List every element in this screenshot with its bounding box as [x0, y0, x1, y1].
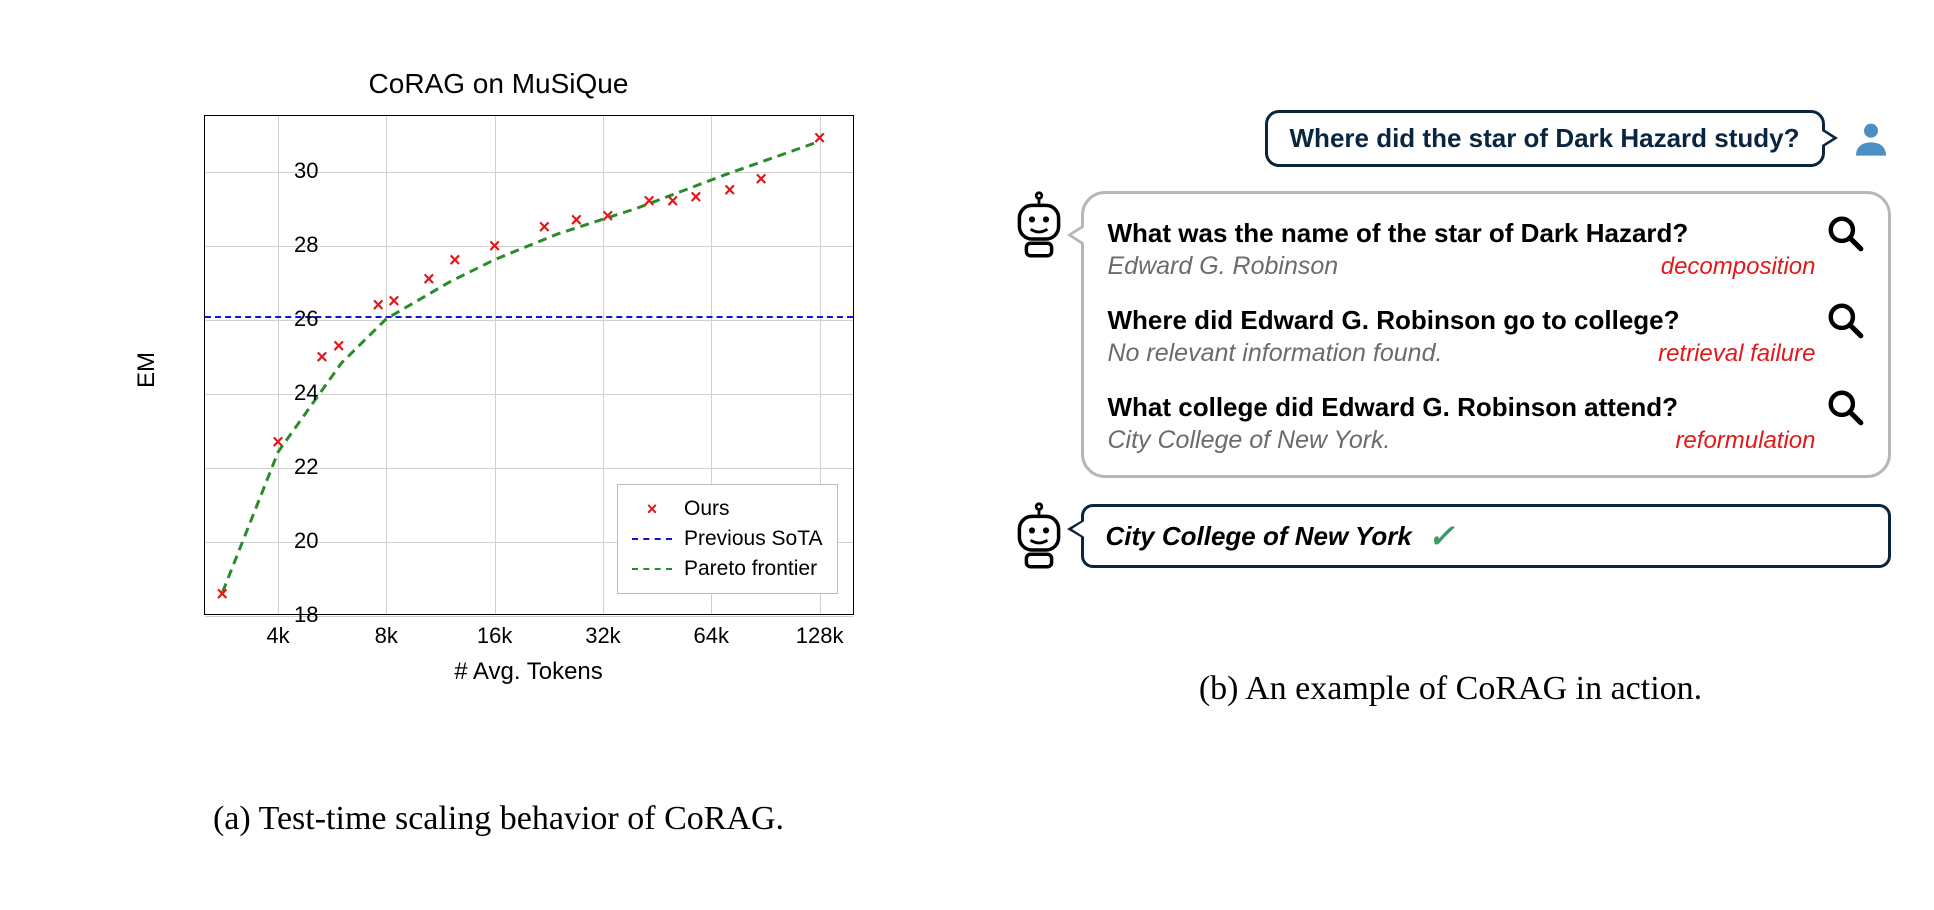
data-point: × [724, 180, 736, 200]
step-tag: reformulation [1675, 427, 1863, 455]
data-point: × [423, 269, 435, 289]
data-point: × [372, 295, 384, 315]
legend: ×Ours Previous SoTA Pareto frontier [617, 484, 838, 594]
check-icon: ✓ [1428, 517, 1455, 555]
y-tick: 30 [234, 158, 329, 184]
reasoning-step: What was the name of the star of Dark Ha… [1108, 214, 1864, 281]
data-point: × [333, 336, 345, 356]
data-point: × [643, 192, 655, 212]
y-axis-label: EM [133, 352, 161, 388]
step-answer: No relevant information found. [1108, 339, 1443, 368]
data-point: × [388, 292, 400, 312]
chart-title: CoRAG on MuSiQue [369, 68, 629, 100]
y-tick: 20 [234, 528, 329, 554]
data-point: × [216, 584, 228, 604]
step-question: What college did Edward G. Robinson atte… [1108, 388, 1864, 426]
caption-b: (b) An example of CoRAG in action. [1199, 670, 1702, 708]
reasoning-bubble: What was the name of the star of Dark Ha… [1081, 191, 1891, 478]
panel-a: CoRAG on MuSiQue EM ×××××××××××××××××× ×… [30, 40, 967, 870]
data-point: × [272, 432, 284, 452]
search-icon [1826, 214, 1864, 252]
data-point: × [571, 210, 583, 230]
data-point: × [489, 236, 501, 256]
robot-icon [1011, 502, 1067, 570]
y-tick: 18 [234, 602, 329, 628]
x-tick: 8k [375, 623, 398, 649]
step-question: What was the name of the star of Dark Ha… [1108, 214, 1864, 252]
reasoning-row: What was the name of the star of Dark Ha… [1011, 191, 1891, 478]
step-question: Where did Edward G. Robinson go to colle… [1108, 301, 1864, 339]
data-point: × [449, 251, 461, 271]
panel-b: Where did the star of Dark Hazard study?… [967, 40, 1904, 870]
data-point: × [316, 347, 328, 367]
answer-row: City College of New York ✓ [1011, 502, 1891, 570]
data-point: × [602, 206, 614, 226]
x-tick: 32k [585, 623, 620, 649]
search-icon [1826, 301, 1864, 339]
y-tick: 22 [234, 454, 329, 480]
user-icon [1851, 119, 1891, 159]
step-answer: City College of New York. [1108, 426, 1391, 455]
data-point: × [667, 192, 679, 212]
x-axis-label: # Avg. Tokens [454, 658, 603, 686]
y-tick: 28 [234, 232, 329, 258]
step-tag: decomposition [1661, 253, 1864, 281]
answer-bubble: City College of New York ✓ [1081, 504, 1891, 568]
legend-item-ours: ×Ours [632, 494, 823, 524]
caption-a: (a) Test-time scaling behavior of CoRAG. [213, 800, 784, 838]
x-tick: 128k [796, 623, 844, 649]
step-tag: retrieval failure [1658, 340, 1863, 368]
example-container: Where did the star of Dark Hazard study?… [1011, 110, 1891, 570]
robot-icon [1011, 191, 1067, 259]
data-point: × [539, 218, 551, 238]
chart-container: CoRAG on MuSiQue EM ×××××××××××××××××× ×… [109, 80, 889, 700]
data-point: × [814, 129, 826, 149]
legend-item-sota: Previous SoTA [632, 524, 823, 554]
reasoning-step: What college did Edward G. Robinson atte… [1108, 388, 1864, 455]
data-point: × [690, 188, 702, 208]
user-question-bubble: Where did the star of Dark Hazard study? [1265, 110, 1825, 167]
data-point: × [755, 169, 767, 189]
x-tick: 16k [477, 623, 512, 649]
user-question-row: Where did the star of Dark Hazard study? [1011, 110, 1891, 167]
legend-item-pareto: Pareto frontier [632, 554, 823, 584]
x-tick: 64k [694, 623, 729, 649]
search-icon [1826, 388, 1864, 426]
reasoning-step: Where did Edward G. Robinson go to colle… [1108, 301, 1864, 368]
y-tick: 26 [234, 306, 329, 332]
y-tick: 24 [234, 380, 329, 406]
step-answer: Edward G. Robinson [1108, 252, 1339, 281]
